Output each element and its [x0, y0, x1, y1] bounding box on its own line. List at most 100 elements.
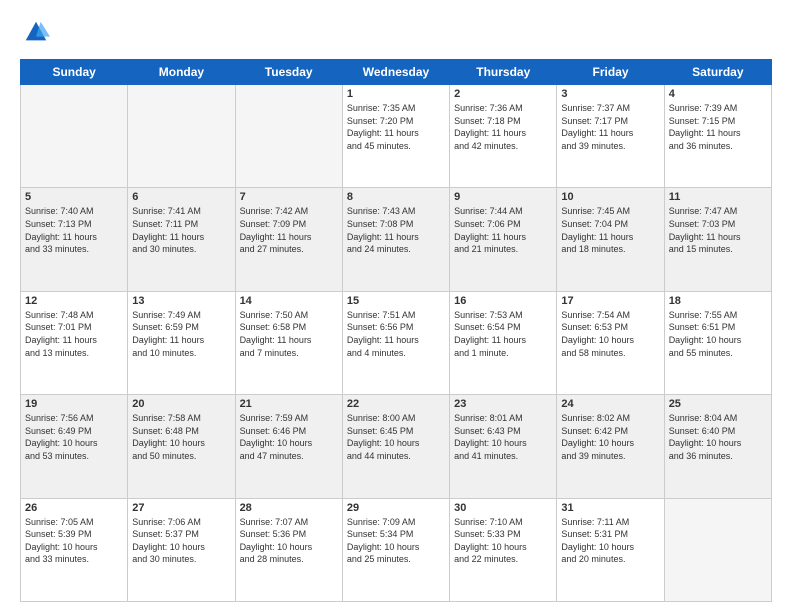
- cell-info: Sunrise: 8:00 AM Sunset: 6:45 PM Dayligh…: [347, 412, 445, 462]
- cell-info: Sunrise: 7:59 AM Sunset: 6:46 PM Dayligh…: [240, 412, 338, 462]
- weekday-header-thursday: Thursday: [450, 60, 557, 85]
- day-number: 30: [454, 502, 552, 514]
- day-number: 11: [669, 191, 767, 203]
- calendar-cell: [664, 498, 771, 601]
- day-number: 26: [25, 502, 123, 514]
- cell-info: Sunrise: 7:10 AM Sunset: 5:33 PM Dayligh…: [454, 516, 552, 566]
- calendar-cell: 16 Sunrise: 7:53 AM Sunset: 6:54 PM Dayli…: [450, 291, 557, 394]
- weekday-header-row: SundayMondayTuesdayWednesdayThursdayFrid…: [21, 60, 772, 85]
- calendar-cell: [128, 85, 235, 188]
- day-number: 28: [240, 502, 338, 514]
- day-number: 7: [240, 191, 338, 203]
- day-number: 29: [347, 502, 445, 514]
- cell-info: Sunrise: 7:39 AM Sunset: 7:15 PM Dayligh…: [669, 102, 767, 152]
- day-number: 15: [347, 295, 445, 307]
- calendar-cell: 24 Sunrise: 8:02 AM Sunset: 6:42 PM Dayli…: [557, 395, 664, 498]
- calendar-cell: 20Sunrise: 7:58 AM Sunset: 6:48 PM Dayli…: [128, 395, 235, 498]
- cell-info: Sunrise: 7:58 AM Sunset: 6:48 PM Dayligh…: [132, 412, 230, 462]
- calendar-cell: 17 Sunrise: 7:54 AM Sunset: 6:53 PM Dayli…: [557, 291, 664, 394]
- cell-info: Sunrise: 7:55 AM Sunset: 6:51 PM Dayligh…: [669, 309, 767, 359]
- day-number: 21: [240, 398, 338, 410]
- calendar-cell: 15 Sunrise: 7:51 AM Sunset: 6:56 PM Dayli…: [342, 291, 449, 394]
- calendar-cell: 31Sunrise: 7:11 AM Sunset: 5:31 PM Dayli…: [557, 498, 664, 601]
- cell-info: Sunrise: 7:56 AM Sunset: 6:49 PM Dayligh…: [25, 412, 123, 462]
- cell-info: Sunrise: 7:53 AM Sunset: 6:54 PM Dayligh…: [454, 309, 552, 359]
- day-number: 18: [669, 295, 767, 307]
- calendar-cell: 22 Sunrise: 8:00 AM Sunset: 6:45 PM Dayli…: [342, 395, 449, 498]
- calendar-cell: 25 Sunrise: 8:04 AM Sunset: 6:40 PM Dayli…: [664, 395, 771, 498]
- calendar-cell: 14Sunrise: 7:50 AM Sunset: 6:58 PM Dayli…: [235, 291, 342, 394]
- calendar-cell: 9 Sunrise: 7:44 AM Sunset: 7:06 PM Daylig…: [450, 188, 557, 291]
- cell-info: Sunrise: 7:42 AM Sunset: 7:09 PM Dayligh…: [240, 205, 338, 255]
- day-number: 24: [561, 398, 659, 410]
- day-number: 4: [669, 88, 767, 100]
- calendar-week-row: 12 Sunrise: 7:48 AM Sunset: 7:01 PM Dayli…: [21, 291, 772, 394]
- day-number: 10: [561, 191, 659, 203]
- cell-info: Sunrise: 7:05 AM Sunset: 5:39 PM Dayligh…: [25, 516, 123, 566]
- cell-info: Sunrise: 7:47 AM Sunset: 7:03 PM Dayligh…: [669, 205, 767, 255]
- calendar-cell: 5Sunrise: 7:40 AM Sunset: 7:13 PM Daylig…: [21, 188, 128, 291]
- day-number: 3: [561, 88, 659, 100]
- calendar-cell: 19 Sunrise: 7:56 AM Sunset: 6:49 PM Dayli…: [21, 395, 128, 498]
- cell-info: Sunrise: 7:45 AM Sunset: 7:04 PM Dayligh…: [561, 205, 659, 255]
- cell-info: Sunrise: 7:07 AM Sunset: 5:36 PM Dayligh…: [240, 516, 338, 566]
- calendar-cell: 18 Sunrise: 7:55 AM Sunset: 6:51 PM Dayli…: [664, 291, 771, 394]
- day-number: 13: [132, 295, 230, 307]
- cell-info: Sunrise: 8:01 AM Sunset: 6:43 PM Dayligh…: [454, 412, 552, 462]
- weekday-header-friday: Friday: [557, 60, 664, 85]
- day-number: 8: [347, 191, 445, 203]
- header: [20, 18, 772, 51]
- day-number: 25: [669, 398, 767, 410]
- calendar-week-row: 19 Sunrise: 7:56 AM Sunset: 6:49 PM Dayli…: [21, 395, 772, 498]
- calendar-cell: 30 Sunrise: 7:10 AM Sunset: 5:33 PM Dayli…: [450, 498, 557, 601]
- cell-info: Sunrise: 7:43 AM Sunset: 7:08 PM Dayligh…: [347, 205, 445, 255]
- day-number: 2: [454, 88, 552, 100]
- day-number: 19: [25, 398, 123, 410]
- weekday-header-monday: Monday: [128, 60, 235, 85]
- calendar-cell: 23 Sunrise: 8:01 AM Sunset: 6:43 PM Dayli…: [450, 395, 557, 498]
- logo: [20, 18, 54, 51]
- calendar-cell: 26 Sunrise: 7:05 AM Sunset: 5:39 PM Dayli…: [21, 498, 128, 601]
- cell-info: Sunrise: 7:06 AM Sunset: 5:37 PM Dayligh…: [132, 516, 230, 566]
- calendar-cell: 28 Sunrise: 7:07 AM Sunset: 5:36 PM Dayli…: [235, 498, 342, 601]
- weekday-header-tuesday: Tuesday: [235, 60, 342, 85]
- day-number: 16: [454, 295, 552, 307]
- day-number: 23: [454, 398, 552, 410]
- calendar-cell: 13 Sunrise: 7:49 AM Sunset: 6:59 PM Dayli…: [128, 291, 235, 394]
- calendar-table: SundayMondayTuesdayWednesdayThursdayFrid…: [20, 59, 772, 602]
- cell-info: Sunrise: 7:36 AM Sunset: 7:18 PM Dayligh…: [454, 102, 552, 152]
- cell-info: Sunrise: 7:51 AM Sunset: 6:56 PM Dayligh…: [347, 309, 445, 359]
- calendar-cell: 27 Sunrise: 7:06 AM Sunset: 5:37 PM Dayli…: [128, 498, 235, 601]
- cell-info: Sunrise: 7:41 AM Sunset: 7:11 PM Dayligh…: [132, 205, 230, 255]
- weekday-header-wednesday: Wednesday: [342, 60, 449, 85]
- cell-info: Sunrise: 7:50 AM Sunset: 6:58 PM Dayligh…: [240, 309, 338, 359]
- day-number: 27: [132, 502, 230, 514]
- calendar-cell: [21, 85, 128, 188]
- calendar-cell: 8 Sunrise: 7:43 AM Sunset: 7:08 PM Daylig…: [342, 188, 449, 291]
- calendar-cell: 1Sunrise: 7:35 AM Sunset: 7:20 PM Daylig…: [342, 85, 449, 188]
- cell-info: Sunrise: 7:49 AM Sunset: 6:59 PM Dayligh…: [132, 309, 230, 359]
- day-number: 17: [561, 295, 659, 307]
- calendar-cell: 12 Sunrise: 7:48 AM Sunset: 7:01 PM Dayli…: [21, 291, 128, 394]
- cell-info: Sunrise: 8:02 AM Sunset: 6:42 PM Dayligh…: [561, 412, 659, 462]
- day-number: 22: [347, 398, 445, 410]
- calendar-cell: 7 Sunrise: 7:42 AM Sunset: 7:09 PM Daylig…: [235, 188, 342, 291]
- calendar-cell: 11 Sunrise: 7:47 AM Sunset: 7:03 PM Dayli…: [664, 188, 771, 291]
- day-number: 6: [132, 191, 230, 203]
- day-number: 9: [454, 191, 552, 203]
- day-number: 1: [347, 88, 445, 100]
- day-number: 12: [25, 295, 123, 307]
- page: SundayMondayTuesdayWednesdayThursdayFrid…: [0, 0, 792, 612]
- calendar-cell: 10 Sunrise: 7:45 AM Sunset: 7:04 PM Dayli…: [557, 188, 664, 291]
- cell-info: Sunrise: 7:48 AM Sunset: 7:01 PM Dayligh…: [25, 309, 123, 359]
- cell-info: Sunrise: 7:11 AM Sunset: 5:31 PM Dayligh…: [561, 516, 659, 566]
- weekday-header-saturday: Saturday: [664, 60, 771, 85]
- cell-info: Sunrise: 7:44 AM Sunset: 7:06 PM Dayligh…: [454, 205, 552, 255]
- cell-info: Sunrise: 8:04 AM Sunset: 6:40 PM Dayligh…: [669, 412, 767, 462]
- calendar-cell: 6 Sunrise: 7:41 AM Sunset: 7:11 PM Daylig…: [128, 188, 235, 291]
- calendar-cell: 2 Sunrise: 7:36 AM Sunset: 7:18 PM Daylig…: [450, 85, 557, 188]
- cell-info: Sunrise: 7:09 AM Sunset: 5:34 PM Dayligh…: [347, 516, 445, 566]
- cell-info: Sunrise: 7:54 AM Sunset: 6:53 PM Dayligh…: [561, 309, 659, 359]
- calendar-week-row: 5Sunrise: 7:40 AM Sunset: 7:13 PM Daylig…: [21, 188, 772, 291]
- calendar-cell: [235, 85, 342, 188]
